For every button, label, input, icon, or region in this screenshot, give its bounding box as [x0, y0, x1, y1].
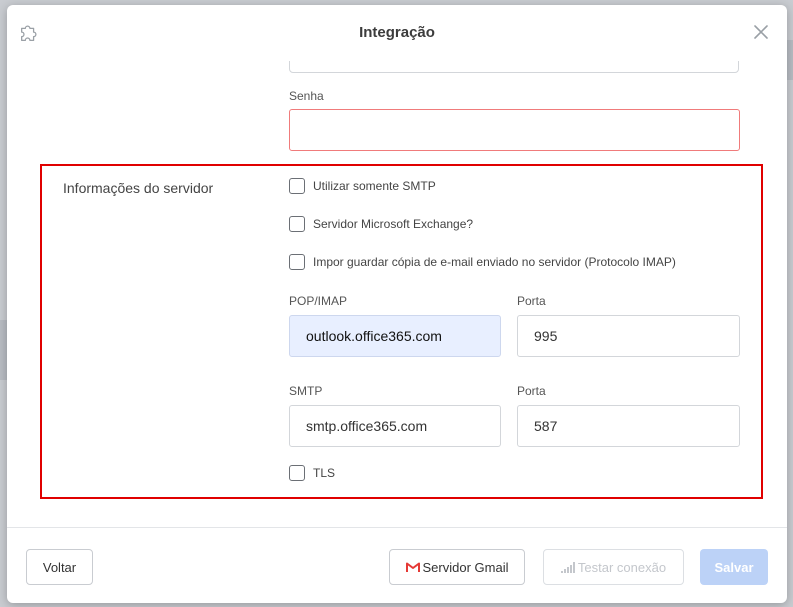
integration-modal: Integração Senha Informações do servidor…	[7, 5, 787, 603]
smtp-port-input[interactable]: 587	[517, 405, 740, 447]
pop-port-input[interactable]: 995	[517, 315, 740, 357]
gmail-server-button[interactable]: Servidor Gmail	[389, 549, 525, 585]
password-label: Senha	[289, 89, 324, 103]
tls-checkbox[interactable]	[289, 465, 305, 481]
smtp-only-option[interactable]: Utilizar somente SMTP	[289, 177, 436, 195]
exchange-checkbox[interactable]	[289, 216, 305, 232]
password-input[interactable]	[289, 109, 740, 151]
back-button[interactable]: Voltar	[26, 549, 93, 585]
signal-icon	[560, 561, 575, 573]
test-connection-label: Testar conexão	[577, 559, 667, 575]
smtp-label: SMTP	[289, 384, 323, 398]
modal-footer: Voltar Servidor Gmail Testar conexão Sal…	[7, 527, 787, 603]
modal-header: Integração	[7, 5, 787, 61]
backdrop-strip	[787, 40, 793, 80]
modal-title: Integração	[359, 24, 435, 41]
exchange-option[interactable]: Servidor Microsoft Exchange?	[289, 215, 473, 233]
smtp-only-checkbox[interactable]	[289, 178, 305, 194]
gmail-icon	[405, 562, 420, 572]
test-connection-button[interactable]: Testar conexão	[543, 549, 684, 585]
modal-body: Senha Informações do servidor Utilizar s…	[7, 61, 787, 527]
tls-option[interactable]: TLS	[289, 464, 335, 482]
smtp-input[interactable]: smtp.office365.com	[289, 405, 501, 447]
server-info-title: Informações do servidor	[63, 180, 214, 196]
imap-copy-label: Impor guardar cópia de e-mail enviado no…	[313, 255, 676, 269]
tls-label: TLS	[313, 466, 336, 480]
pop-port-label: Porta	[517, 294, 546, 308]
smtp-port-label: Porta	[517, 384, 546, 398]
imap-copy-option[interactable]: Impor guardar cópia de e-mail enviado no…	[289, 253, 676, 271]
username-input[interactable]	[289, 61, 739, 73]
pop-imap-input[interactable]: outlook.office365.com	[289, 315, 501, 357]
close-icon[interactable]	[754, 25, 768, 39]
save-button[interactable]: Salvar	[700, 549, 768, 585]
backdrop-strip	[0, 320, 7, 380]
pop-imap-label: POP/IMAP	[289, 294, 348, 308]
gmail-server-label: Servidor Gmail	[422, 559, 509, 575]
imap-copy-checkbox[interactable]	[289, 254, 305, 270]
exchange-label: Servidor Microsoft Exchange?	[313, 217, 474, 231]
smtp-only-label: Utilizar somente SMTP	[313, 179, 436, 193]
